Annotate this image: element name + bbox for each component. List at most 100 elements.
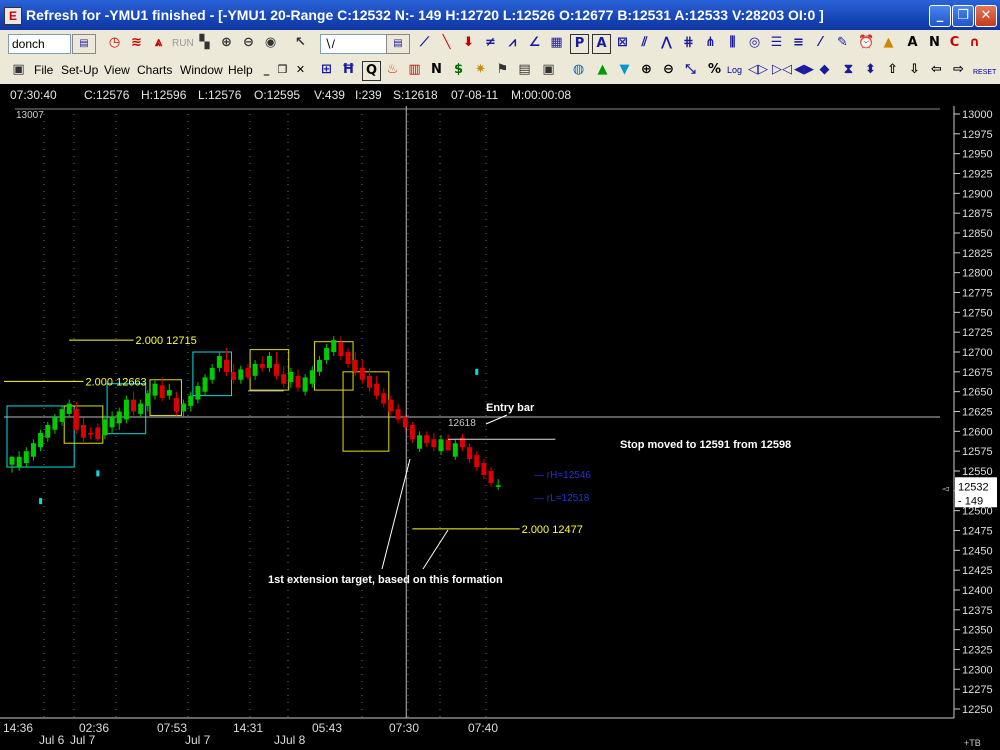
menu-view[interactable]: View — [104, 61, 130, 80]
menu-charts[interactable]: Charts — [137, 61, 172, 80]
log-label[interactable]: Log — [727, 61, 742, 80]
candle-body — [488, 471, 494, 483]
menu-setup[interactable]: Set-Up — [61, 61, 98, 80]
up-icon[interactable]: ⇧ — [884, 61, 901, 79]
top-price-label: 13007 — [16, 110, 44, 121]
menu-help[interactable]: Help — [228, 61, 253, 80]
chart-icon[interactable]: ▥ — [406, 61, 423, 79]
fire-icon[interactable]: ♨ — [384, 61, 401, 79]
child-minimize-icon[interactable]: _ — [258, 61, 275, 79]
globe-icon[interactable]: ◍ — [570, 61, 587, 79]
text-a-icon[interactable]: A — [904, 34, 921, 52]
updown-icon[interactable]: ⬍ — [862, 61, 879, 79]
candle-body — [195, 386, 201, 400]
candle-body — [9, 456, 15, 465]
candle-body — [424, 435, 430, 444]
cursor-icon[interactable]: ↖ — [292, 34, 309, 52]
left-right-icon[interactable]: ◀▶ — [794, 61, 814, 79]
diamond-icon[interactable]: ◆ — [816, 61, 833, 79]
clock-icon[interactable]: ◷ — [106, 34, 123, 52]
minimize-button[interactable]: _ — [929, 5, 951, 27]
channel-icon[interactable]: ⊠ — [614, 34, 631, 52]
pen-icon[interactable]: ✎ — [834, 34, 851, 52]
run-label[interactable]: RUN — [172, 34, 194, 53]
tiles-icon[interactable]: ▚ — [196, 34, 213, 52]
wave2-icon[interactable]: ⋀ — [658, 34, 675, 52]
y-tick-label: 12350 — [962, 625, 993, 637]
alarm-icon[interactable]: ⏰ — [858, 34, 875, 52]
down-triangle-icon[interactable]: ▼ — [616, 61, 633, 79]
zoom-in-icon[interactable]: ⊕ — [638, 61, 655, 79]
pyramid-icon[interactable]: ▲ — [880, 34, 897, 52]
lock-icon[interactable]: ⊕ — [218, 34, 235, 52]
wave-icon[interactable]: ≋ — [128, 34, 145, 52]
close-button[interactable]: ✕ — [975, 5, 997, 27]
candlestick-chart[interactable]: 13000 12975 12950 12925 12900 12875 12850 12825… — [0, 106, 1000, 750]
doc-icon[interactable]: ▣ — [10, 61, 27, 79]
note-icon[interactable]: ▤ — [516, 61, 533, 79]
hlines-icon[interactable]: ≡ — [790, 34, 807, 52]
n-box-icon[interactable]: N — [428, 61, 445, 79]
stop-annotation: Stop moved to 12591 from 12598 — [620, 439, 791, 451]
camera-icon[interactable]: ◉ — [262, 34, 279, 52]
fork-icon[interactable]: ⋔ — [702, 34, 719, 52]
pin-icon[interactable]: ⚑ — [494, 61, 511, 79]
fan-icon[interactable]: ≠ — [482, 34, 499, 52]
left-icon[interactable]: ⇦ — [928, 61, 945, 79]
entry-bar-annotation: Entry bar — [486, 402, 535, 414]
arrows-icon[interactable]: ⤡ — [682, 61, 699, 79]
bars-icon[interactable]: ⫼ — [724, 34, 741, 52]
zoom-out-icon[interactable]: ⊖ — [660, 61, 677, 79]
magnet-icon[interactable]: ∩ — [966, 34, 983, 52]
right-icon[interactable]: ⇨ — [950, 61, 967, 79]
dollar-icon[interactable]: $ — [450, 61, 467, 79]
menu-file[interactable]: File — [34, 61, 53, 80]
candle-body — [202, 377, 208, 392]
circle-icon[interactable]: ◎ — [746, 34, 763, 52]
drawing-combo[interactable]: ∖/ — [320, 34, 387, 54]
x-time-label: 07:53 — [157, 721, 187, 735]
p-icon[interactable]: P — [570, 34, 589, 54]
hourglass-icon[interactable]: ⧗ — [840, 61, 857, 79]
c-icon[interactable]: C — [946, 34, 963, 52]
bars-up-icon[interactable]: ⩓ — [150, 34, 167, 52]
fib-icon[interactable]: ☰ — [768, 34, 785, 52]
lock2-icon[interactable]: ⊖ — [240, 34, 257, 52]
scroll-left-icon[interactable]: ◁▷ — [748, 61, 768, 79]
arrow-down-icon[interactable]: ⬇ — [460, 34, 477, 52]
trend-icon[interactable]: ⫽ — [636, 34, 653, 52]
menu-window[interactable]: Window — [180, 61, 223, 80]
n-icon[interactable]: N — [926, 34, 943, 52]
q-icon[interactable]: Q — [362, 61, 381, 81]
app-icon[interactable]: E — [4, 7, 22, 25]
study-dropdown-icon[interactable]: ▤ — [72, 34, 96, 54]
candle-body — [352, 359, 358, 372]
child-close-icon[interactable]: ✕ — [292, 61, 309, 79]
hi-lo-icon[interactable]: Ħ — [340, 61, 357, 79]
cross-icon[interactable]: ⁄ — [812, 34, 829, 52]
a-box-icon[interactable]: A — [592, 34, 611, 54]
zigzag-icon[interactable]: ⟋ — [416, 34, 433, 52]
doc2-icon[interactable]: ▣ — [540, 61, 557, 79]
candle-body — [388, 399, 394, 412]
candle-body — [16, 456, 22, 468]
up-triangle-icon[interactable]: ▲ — [594, 61, 611, 79]
star-icon[interactable]: ✷ — [472, 61, 489, 79]
maximize-button[interactable]: ❐ — [952, 5, 974, 27]
line-down-icon[interactable]: ╲ — [438, 34, 455, 52]
down-icon[interactable]: ⇩ — [906, 61, 923, 79]
layout-icon[interactable]: ⊞ — [318, 61, 335, 79]
drawing-dropdown-icon[interactable]: ▤ — [386, 34, 410, 54]
pct-icon[interactable]: % — [706, 61, 723, 79]
gann-icon[interactable]: ⩘ — [504, 34, 521, 52]
y-tick-label: 12650 — [962, 387, 993, 399]
ladder-icon[interactable]: ⋕ — [680, 34, 697, 52]
scroll-right-icon[interactable]: ▷◁ — [772, 61, 792, 79]
angle-icon[interactable]: ∠ — [526, 34, 543, 52]
candle-body — [138, 403, 144, 414]
x-time-label: 14:36 — [3, 721, 33, 735]
reset-icon[interactable]: RESET — [973, 61, 996, 80]
grid-icon[interactable]: ▦ — [548, 34, 565, 52]
study-combo[interactable]: donch — [8, 34, 71, 54]
child-restore-icon[interactable]: ❐ — [274, 61, 291, 79]
